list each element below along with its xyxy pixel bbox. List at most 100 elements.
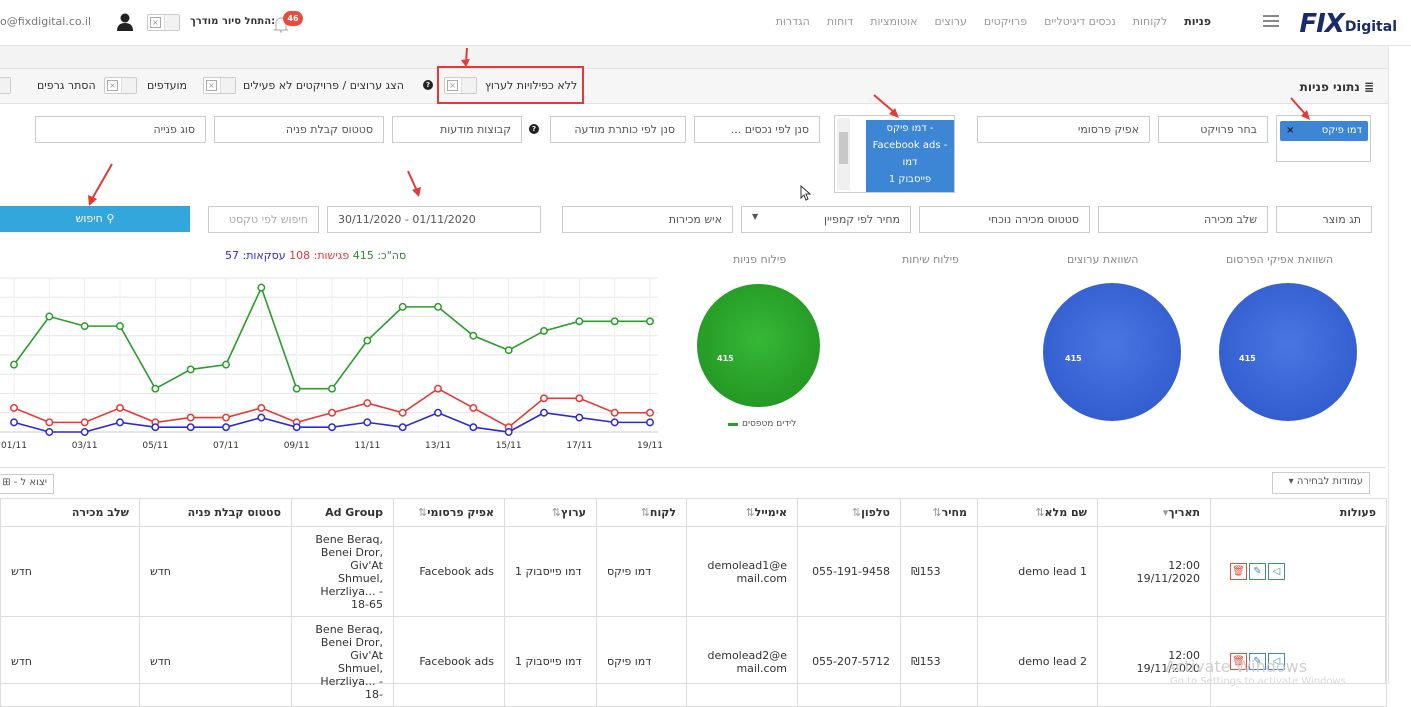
- pie-channels[interactable]: [1043, 283, 1181, 421]
- nav-item-digital-assets[interactable]: נכסים דיגיטליים: [1044, 15, 1116, 28]
- megaphone-icon[interactable]: ◁: [1268, 563, 1285, 580]
- cell-adgroup: Bene Beraq, Benei Dror, Giv'At Shmuel, H…: [291, 616, 394, 707]
- date-range-input[interactable]: 30/11/2020 - 01/11/2020: [327, 206, 541, 233]
- ad-platform-select[interactable]: אפיק פרסומי: [977, 116, 1150, 143]
- help-icon[interactable]: ?: [529, 124, 539, 134]
- current-status-select[interactable]: סטטוס מכירה נוכחי: [919, 206, 1090, 233]
- nav-item-clients[interactable]: לקוחות: [1133, 15, 1167, 28]
- columns-select-button[interactable]: עמודות לבחירה ▾: [1272, 472, 1370, 494]
- pie-value: 415: [717, 354, 734, 363]
- data-point: [540, 394, 548, 403]
- col-name[interactable]: שם מלא⇅: [977, 498, 1098, 527]
- hide-graphs-toggle[interactable]: ×: [0, 77, 11, 94]
- data-point: [222, 423, 230, 432]
- filter-title-select[interactable]: סנן לפי כותרת מודעה: [550, 116, 686, 143]
- cell-stage: חדש: [0, 526, 140, 617]
- col-date[interactable]: תאריך▾: [1097, 498, 1211, 527]
- windows-watermark: Activate Windows: [1165, 657, 1308, 676]
- project-chosen[interactable]: דמו פיקס ×: [1276, 115, 1371, 162]
- data-point: [116, 322, 124, 331]
- x-tick-label: 01/11: [1, 441, 27, 451]
- data-point: [45, 418, 54, 427]
- pie-platforms[interactable]: [1219, 283, 1357, 421]
- ad-groups-select[interactable]: קבוצות מודעות: [392, 116, 522, 143]
- pie-title-calls: פילוח שיחות: [902, 253, 959, 266]
- cell-status: חדש: [139, 616, 292, 707]
- data-point: [328, 408, 336, 417]
- col-client[interactable]: לקוח⇅: [596, 498, 687, 527]
- campaign-price-select[interactable]: מחיר לפי קמפיין ▼: [741, 206, 911, 233]
- col-email[interactable]: אימייל⇅: [686, 498, 798, 527]
- col-adgroup[interactable]: Ad Group: [291, 498, 394, 527]
- edit-icon[interactable]: ✎: [1249, 563, 1266, 580]
- data-point: [363, 399, 372, 408]
- list-icon: ≣: [1359, 80, 1374, 94]
- cell-stage: חדש: [0, 616, 140, 707]
- data-point: [186, 423, 195, 432]
- data-point: [469, 423, 478, 432]
- panel-spacer: [0, 46, 1411, 68]
- col-platform[interactable]: אפיק פרסומי⇅: [393, 498, 505, 527]
- cell-email: demolead2@email.com: [686, 616, 798, 707]
- cell-date: 12:00 19/11/2020: [1097, 526, 1211, 617]
- fixdigital-logo[interactable]: FIX Digital: [1299, 9, 1397, 39]
- channel-option-selected[interactable]: ×דמו פיקס - Facebook ads - דמו פייסבוק 1: [866, 120, 954, 192]
- pie-legend[interactable]: לידים מטפסים: [742, 419, 796, 429]
- row-actions: 🗑 ✎ ◁: [1210, 526, 1387, 617]
- search-icon: ⚲: [106, 212, 115, 225]
- choose-project-select[interactable]: בחר פרויקט: [1158, 116, 1268, 143]
- filter-assets-select[interactable]: סנן לפי נכסים ...: [694, 116, 820, 143]
- col-channel[interactable]: ערוץ⇅: [504, 498, 597, 527]
- page-scrollbar[interactable]: [1388, 46, 1411, 684]
- tour-toggle[interactable]: ×: [147, 14, 180, 31]
- help-icon[interactable]: ?: [423, 80, 433, 90]
- x-tick-label: 05/11: [142, 441, 168, 451]
- nav-item-projects[interactable]: פרויקטים: [984, 15, 1027, 28]
- cell-phone: 055-207-5712: [797, 616, 901, 707]
- cell-platform: Facebook ads: [393, 616, 505, 707]
- favorites-toggle[interactable]: ×: [104, 77, 137, 94]
- data-point: [80, 418, 89, 427]
- nav-item-leads[interactable]: פניות: [1184, 15, 1211, 28]
- data-point: [504, 428, 513, 436]
- sales-stage-select[interactable]: שלב מכירה: [1098, 206, 1268, 233]
- nav-item-channels[interactable]: ערוצים: [934, 15, 966, 28]
- product-tag-input[interactable]: תג מוצר: [1276, 206, 1372, 233]
- col-stage[interactable]: שלב מכירה: [0, 498, 140, 527]
- user-avatar-icon[interactable]: [117, 13, 133, 31]
- search-button[interactable]: חיפוש ⚲: [0, 206, 190, 232]
- project-chip[interactable]: דמו פיקס ×: [1280, 121, 1368, 141]
- col-status[interactable]: סטטוס קבלת פניה: [139, 498, 292, 527]
- red-arrow-icon: [88, 163, 113, 206]
- scrollbar[interactable]: [837, 118, 850, 190]
- col-price[interactable]: מחיר⇅: [900, 498, 978, 527]
- cell-channel: דמו פייסבוק 1: [504, 616, 597, 707]
- export-button[interactable]: יצוא ל - ⊞: [0, 474, 54, 494]
- table-row[interactable]: 🗑 ✎ ◁ 12:00 19/11/2020 demo lead 1 ₪153 05…: [0, 526, 1387, 617]
- data-point: [398, 408, 407, 417]
- cell-status: חדש: [139, 526, 292, 617]
- hamburger-menu-icon[interactable]: [1263, 15, 1279, 29]
- pie-leads[interactable]: [697, 284, 820, 407]
- nav-item-reports[interactable]: דוחות: [827, 15, 853, 28]
- lead-type-select[interactable]: סוג פנייה: [35, 116, 206, 143]
- nav-item-settings[interactable]: הגדרות: [776, 15, 810, 28]
- red-arrow-icon: [1290, 97, 1310, 120]
- show-inactive-toggle[interactable]: ×: [203, 77, 236, 94]
- text-search-input[interactable]: חיפוש לפי טקסט: [208, 206, 319, 233]
- data-point: [116, 403, 124, 412]
- data-point: [10, 418, 18, 427]
- lead-status-select[interactable]: סטטוס קבלת פניה: [214, 116, 384, 143]
- remove-chip-icon[interactable]: ×: [1286, 121, 1294, 141]
- col-phone[interactable]: טלפון⇅: [797, 498, 901, 527]
- data-point: [540, 408, 548, 417]
- salesperson-select[interactable]: איש מכירות: [562, 206, 733, 233]
- nav-item-automations[interactable]: אוטומציות: [870, 15, 917, 28]
- data-point: [116, 418, 124, 427]
- main-nav: פניות לקוחות נכסים דיגיטליים פרויקטים ער…: [776, 15, 1211, 28]
- channel-multiselect[interactable]: ×דמו פיקס - Facebook ads - דמו פייסבוק 1: [834, 115, 955, 193]
- logo-digital: Digital: [1344, 19, 1397, 35]
- x-tick-label: 17/11: [566, 441, 592, 451]
- delete-icon[interactable]: 🗑: [1230, 563, 1247, 580]
- data-point: [292, 423, 301, 432]
